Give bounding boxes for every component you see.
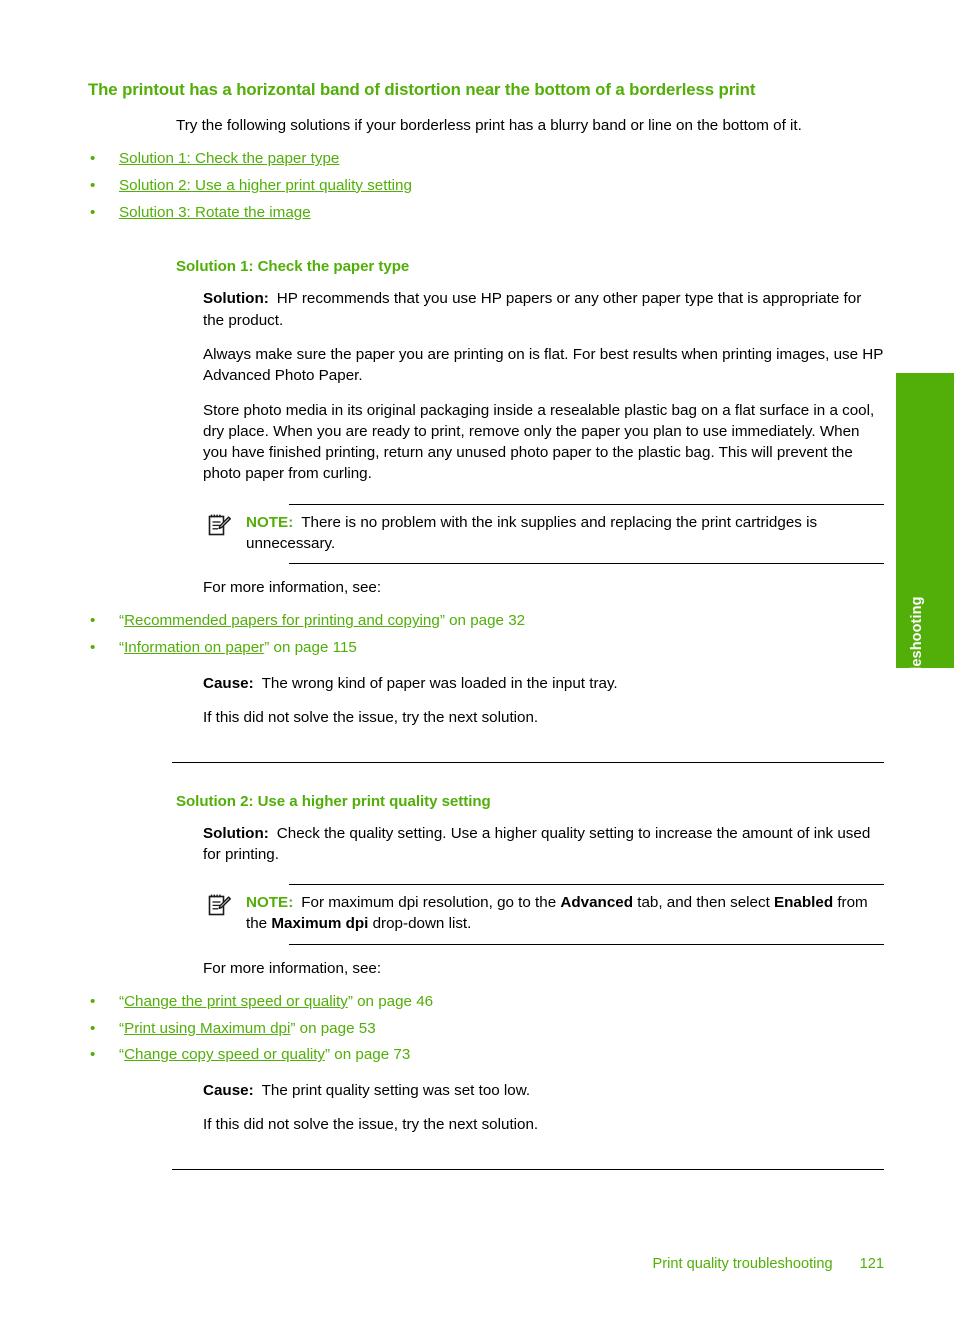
list-item[interactable]: • “Print using Maximum dpi” on page 53 [88, 1016, 884, 1043]
note-label: NOTE: [246, 513, 294, 531]
document-page: Troubleshooting The printout has a horiz… [0, 0, 954, 1321]
bullet-icon: • [90, 1019, 96, 1037]
note-text-part-2: tab, and then select [633, 894, 775, 912]
link-solution-2[interactable]: Solution 2: Use a higher print quality s… [119, 177, 412, 194]
cause-text: The wrong kind of paper was loaded in th… [261, 674, 618, 692]
reference-page: on page 53 [295, 1019, 376, 1037]
link-print-using-maximum-dpi[interactable]: Print using Maximum dpi [124, 1020, 290, 1037]
solution-2-heading: Solution 2: Use a higher print quality s… [176, 792, 491, 810]
link-recommended-papers[interactable]: Recommended papers for printing and copy… [124, 612, 440, 629]
topic-intro-paragraph: Try the following solutions if your bord… [176, 116, 802, 134]
solution-2-more-info-label: For more information, see: [203, 959, 382, 977]
solution-text: Check the quality setting. Use a higher … [203, 824, 871, 863]
note-body-1: NOTE: There is no problem with the ink su… [246, 505, 884, 564]
link-change-copy-speed-or-quality[interactable]: Change copy speed or quality [124, 1046, 325, 1063]
solution-1-heading: Solution 1: Check the paper type [176, 258, 410, 276]
bullet-icon: • [90, 612, 96, 630]
solution-2-cause-paragraph: Cause: The print quality setting was set … [203, 1080, 884, 1101]
list-item[interactable]: • “Change the print speed or quality” on … [88, 989, 884, 1016]
reference-page: on page 32 [444, 612, 526, 630]
solution-2-solution-paragraph: Solution: Check the quality setting. Use … [203, 823, 884, 866]
bullet-icon: • [90, 150, 96, 168]
solution-text: HP recommends that you use HP papers or … [203, 290, 862, 329]
solution-1-reference-list: • “Recommended papers for printing and co… [88, 608, 884, 662]
bullet-icon: • [90, 203, 96, 221]
page-content: The printout has a horizontal band of di… [88, 78, 884, 1170]
solution-2-heading-wrap: Solution 2: Use a higher print quality s… [176, 793, 884, 810]
note-text: There is no problem with the ink supplie… [246, 513, 818, 552]
solution-1-paragraph-3: Store photo media in its original packag… [203, 401, 875, 483]
solution-1-more-info-label: For more information, see: [203, 579, 382, 597]
link-solution-1[interactable]: Solution 1: Check the paper type [119, 150, 339, 167]
reference-page: on page 73 [330, 1046, 411, 1064]
note-bold-enabled: Enabled [774, 894, 834, 912]
footer-page-number: 121 [859, 1256, 884, 1272]
section-separator-2 [172, 1168, 884, 1170]
bullet-icon: • [90, 176, 96, 194]
reference-page: on page 46 [352, 992, 434, 1010]
bullet-icon: • [90, 639, 96, 657]
solution-label: Solution: [203, 824, 269, 842]
note-bold-maximum-dpi: Maximum dpi [271, 915, 369, 933]
note-text-part-1: For maximum dpi resolution, go to the [301, 894, 561, 912]
note-bottom-rule [289, 563, 884, 565]
bullet-icon: • [90, 992, 96, 1010]
cause-label: Cause: [203, 674, 254, 692]
note-bold-advanced: Advanced [560, 894, 633, 912]
reference-page: on page 115 [269, 639, 357, 657]
solution-2-next-paragraph: If this did not solve the issue, try the… [203, 1116, 539, 1134]
solution-1-heading-wrap: Solution 1: Check the paper type [176, 258, 884, 275]
list-item[interactable]: • “Change copy speed or quality” on page … [88, 1042, 884, 1069]
link-solution-3[interactable]: Solution 3: Rotate the image [119, 204, 311, 221]
solution-2-reference-list: • “Change the print speed or quality” on … [88, 989, 884, 1069]
footer-section-title: Print quality troubleshooting [652, 1256, 833, 1272]
page-footer: Print quality troubleshooting 121 [0, 1256, 954, 1272]
side-tab-troubleshooting: Troubleshooting [896, 373, 954, 712]
list-item[interactable]: • Solution 1: Check the paper type [88, 146, 884, 173]
cause-text: The print quality setting was set too lo… [261, 1082, 531, 1100]
solution-1-solution-paragraph: Solution: HP recommends that you use HP p… [203, 288, 884, 331]
note-label: NOTE: [246, 894, 294, 912]
solution-1-paragraph-2: Always make sure the paper you are print… [203, 345, 884, 385]
solution-link-list: • Solution 1: Check the paper type • Sol… [88, 146, 884, 226]
page-title: The printout has a horizontal band of di… [88, 80, 756, 99]
list-item[interactable]: • “Information on paper” on page 115 [88, 635, 884, 662]
list-item[interactable]: • Solution 2: Use a higher print quality… [88, 173, 884, 200]
note-bottom-rule [289, 943, 884, 945]
solution-label: Solution: [203, 290, 269, 308]
bullet-icon: • [90, 1046, 96, 1064]
solution-1-next-paragraph: If this did not solve the issue, try the… [203, 709, 539, 727]
link-information-on-paper[interactable]: Information on paper [124, 639, 264, 656]
note-block-2: NOTE: For maximum dpi resolution, go to t… [203, 884, 884, 945]
link-change-print-speed-or-quality[interactable]: Change the print speed or quality [124, 993, 348, 1010]
cause-label: Cause: [203, 1082, 254, 1100]
note-body-2: NOTE: For maximum dpi resolution, go to t… [246, 885, 884, 944]
note-text-part-4: drop-down list. [368, 915, 472, 933]
note-block-1: NOTE: There is no problem with the ink su… [203, 503, 884, 565]
list-item[interactable]: • “Recommended papers for printing and co… [88, 608, 884, 635]
note-pencil-icon [207, 893, 231, 917]
list-item[interactable]: • Solution 3: Rotate the image [88, 200, 884, 227]
side-tab-label: Troubleshooting [909, 596, 925, 712]
note-pencil-icon [207, 513, 231, 537]
solution-1-cause-paragraph: Cause: The wrong kind of paper was loaded… [203, 673, 884, 694]
section-separator-1 [172, 761, 884, 763]
